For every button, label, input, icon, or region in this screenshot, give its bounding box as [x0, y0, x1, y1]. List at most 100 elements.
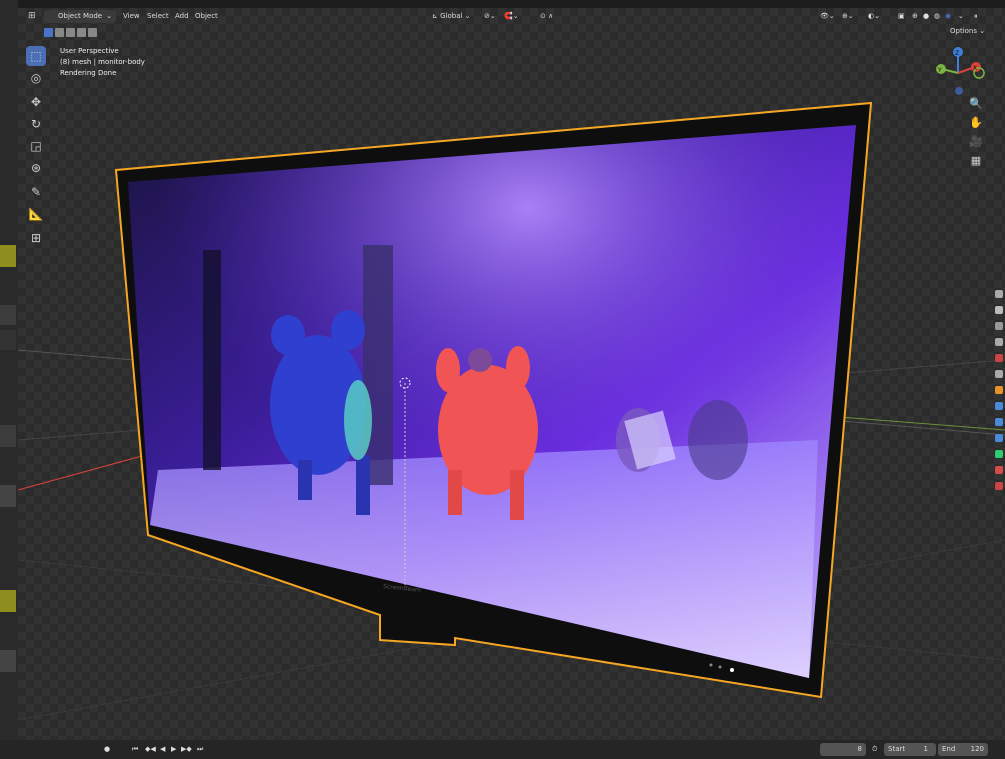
left-panel-highlight [0, 245, 16, 267]
render-status-text: Rendering Done [60, 69, 117, 77]
material-tab-icon[interactable] [995, 466, 1003, 474]
annotate-icon[interactable]: ✎ [26, 182, 46, 202]
chevron-down-icon: ⌄ [106, 12, 112, 20]
left-panel-edge [0, 0, 18, 740]
pause-icon[interactable]: ⏸ [974, 10, 978, 22]
left-panel-highlight [0, 590, 16, 612]
rotate-icon[interactable]: ↻ [26, 114, 46, 134]
record-icon[interactable]: ● [104, 743, 110, 756]
play-reverse-icon[interactable]: ◀ [160, 743, 165, 756]
grid-perspective-icon[interactable]: ▦ [968, 154, 984, 170]
select-extend-icon[interactable] [55, 28, 64, 37]
red-figure-head [468, 348, 492, 372]
jump-end-icon[interactable]: ⏭ [197, 743, 203, 756]
red-figure-leg [448, 470, 462, 515]
active-object-text: (8) mesh | monitor-body [60, 58, 145, 66]
stopwatch-icon[interactable]: ⏱ [872, 743, 877, 756]
start-frame-field[interactable]: Start 1 [884, 743, 936, 756]
gizmo-neg-z[interactable] [955, 87, 963, 95]
3d-viewport[interactable]: ScreenBeam Z X Y [18, 0, 1005, 740]
object-tab-icon[interactable] [995, 386, 1003, 394]
prev-keyframe-icon[interactable]: ◆◀ [145, 743, 156, 756]
render-tab-icon[interactable] [995, 306, 1003, 314]
shading-solid-icon[interactable]: ● [923, 10, 929, 22]
shading-rendered-icon[interactable]: ◉ [945, 10, 951, 22]
svg-text:Y: Y [937, 67, 942, 74]
menu-object[interactable]: Object [195, 10, 218, 22]
orientation-dropdown[interactable]: ⊾ Global ⌄ [432, 10, 471, 22]
proportional-edit-toggle[interactable]: ⊙ ∧ [540, 10, 553, 22]
gizmo-toggle[interactable]: ⊕⌄ [842, 10, 854, 22]
menu-view[interactable]: View [123, 10, 140, 22]
monitor-led [730, 668, 734, 672]
end-value: 120 [970, 745, 984, 753]
options-label: Options [950, 27, 978, 35]
tool-tab-icon[interactable] [995, 290, 1003, 298]
selection-mode-buttons [44, 28, 99, 38]
viewport-info: User Perspective (8) mesh | monitor-body… [60, 46, 145, 79]
transform-icon[interactable]: ⊛ [26, 158, 46, 178]
shading-material-icon[interactable]: ◍ [934, 10, 940, 22]
left-panel-block [0, 425, 16, 447]
select-intersect-icon[interactable] [88, 28, 97, 37]
move-icon[interactable]: ✥ [26, 92, 46, 112]
current-frame-field[interactable]: 8 [820, 743, 866, 756]
select-invert-icon[interactable] [77, 28, 86, 37]
red-figure-arm [506, 346, 530, 390]
view-perspective-text: User Perspective [60, 47, 119, 55]
play-icon[interactable]: ▶ [171, 743, 176, 756]
blue-figure-leg [356, 455, 370, 515]
mode-dropdown[interactable]: Object Mode ⌄ [44, 10, 116, 23]
monitor-led [709, 663, 713, 667]
red-figure-arm [436, 348, 460, 392]
view-layer-tab-icon[interactable] [995, 338, 1003, 346]
menu-add[interactable]: Add [175, 10, 189, 22]
end-label: End [942, 745, 956, 753]
cursor-icon[interactable]: ◎ [26, 68, 46, 88]
navigation-gizmo[interactable]: Z X Y [930, 45, 990, 105]
select-new-icon[interactable] [44, 28, 53, 37]
editor-type-icon[interactable]: ⊞ [28, 11, 36, 21]
scale-icon[interactable]: ◲ [26, 136, 46, 156]
particles-tab-icon[interactable] [995, 418, 1003, 426]
world-tab-icon[interactable] [995, 370, 1003, 378]
add-cube-icon[interactable]: ⊞ [26, 228, 46, 248]
next-keyframe-icon[interactable]: ▶◆ [181, 743, 192, 756]
viewport-header [18, 0, 1005, 8]
scene-tab-icon[interactable] [995, 354, 1003, 362]
select-subtract-icon[interactable] [66, 28, 75, 37]
blurred-performer [688, 400, 748, 480]
left-panel-block [0, 485, 16, 507]
physics-tab-icon[interactable] [995, 434, 1003, 442]
mode-label: Object Mode [58, 12, 103, 20]
camera-icon[interactable]: 🎥 [968, 135, 984, 151]
select-box-icon[interactable]: ⬚ [26, 46, 46, 66]
blue-figure-arm [331, 310, 365, 350]
hand-pan-icon[interactable]: ✋ [968, 116, 984, 132]
texture-tab-icon[interactable] [995, 482, 1003, 490]
measure-icon[interactable]: 📐 [26, 204, 46, 224]
visibility-dropdown[interactable]: 👁⌄ [820, 10, 835, 22]
menu-select[interactable]: Select [147, 10, 169, 22]
viewport-scene [18, 101, 1005, 721]
mesh-data-tab-icon[interactable] [995, 450, 1003, 458]
pivot-dropdown[interactable]: ⊘⌄ [484, 10, 496, 22]
options-dropdown[interactable]: Options ⌄ [950, 27, 985, 35]
overlay-toggle[interactable]: ◐⌄ [868, 10, 880, 22]
left-panel-block [0, 330, 16, 350]
shading-dropdown[interactable]: ⌄ [958, 10, 964, 22]
xray-toggle[interactable]: ▣ [898, 10, 905, 22]
modifier-tab-icon[interactable] [995, 402, 1003, 410]
jump-start-icon[interactable]: ⏮ [132, 743, 138, 756]
zoom-icon[interactable]: 🔍 [968, 97, 984, 113]
teal-figure [344, 380, 372, 460]
snap-toggle[interactable]: 🧲⌄ [504, 10, 519, 22]
orientation-label: Global [440, 12, 463, 20]
svg-text:X: X [973, 65, 977, 72]
start-value: 1 [923, 745, 928, 753]
end-frame-field[interactable]: End 120 [938, 743, 988, 756]
shading-wireframe-icon[interactable]: ⊕ [912, 10, 918, 22]
output-tab-icon[interactable] [995, 322, 1003, 330]
blue-figure-leg [298, 460, 312, 500]
blue-figure-arm [271, 315, 305, 355]
